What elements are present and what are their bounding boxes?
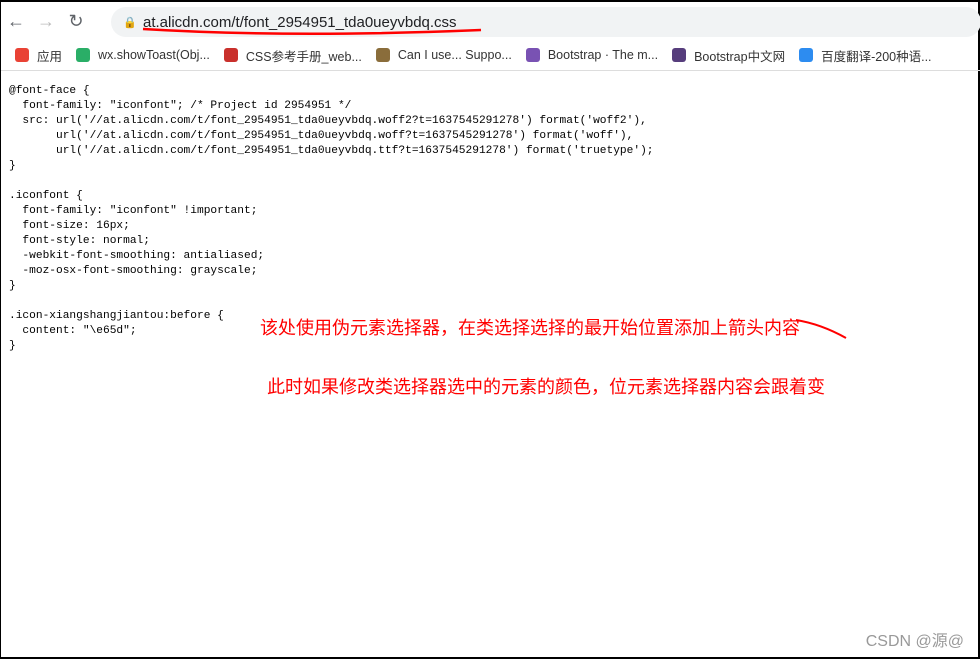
bookmark-item[interactable]: Bootstrap中文网 — [672, 46, 785, 65]
lock-icon: 🔒 — [123, 16, 137, 29]
bookmark-item[interactable]: Can I use... Suppo... — [375, 48, 512, 62]
d-logo-icon — [223, 48, 238, 62]
bookmark-label: 应用 — [37, 49, 63, 64]
caniuse-icon — [375, 48, 390, 62]
strike-annotation — [795, 319, 847, 339]
bookmarks-bar: 应用 wx.showToast(Obj... CSS参考手册_web... Can I… — [1, 40, 980, 71]
wechat-icon — [76, 48, 91, 62]
annotation-note: 该处使用伪元素选择器，在类选择选择的最开始位置添加上箭头内容 — [260, 318, 800, 338]
back-icon[interactable]: ← — [1, 11, 31, 32]
bootstrap-icon — [672, 48, 687, 62]
watermark: CSDN @源@ — [865, 633, 964, 650]
translate-icon — [799, 48, 814, 62]
bookmark-item[interactable]: Bootstrap · The m... — [525, 48, 659, 62]
bookmark-label: Bootstrap中文网 — [694, 49, 786, 64]
bookmark-label: Bootstrap · The m... — [547, 48, 659, 62]
bootstrap-icon — [525, 48, 540, 62]
reload-icon[interactable]: ↻ — [61, 11, 91, 32]
browser-window: ← → ↻ 🔒 at.alicdn.com/t/font_2954951_tda… — [1, 2, 980, 657]
annotation-note: 此时如果修改类选择器选中的元素的颜色，位元素选择器内容会跟着变 — [267, 377, 825, 397]
forward-icon[interactable]: → — [31, 11, 61, 32]
bookmark-item[interactable]: 应用 — [15, 46, 62, 65]
bookmark-item[interactable]: CSS参考手册_web... — [223, 46, 362, 65]
bookmark-label: Can I use... Suppo... — [397, 48, 512, 62]
bookmark-item[interactable]: wx.showToast(Obj... — [76, 48, 210, 62]
bookmark-label: 百度翻译-200种语... — [821, 49, 932, 64]
bookmark-item[interactable]: 百度翻译-200种语... — [799, 46, 932, 65]
red-underline-annotation — [142, 27, 482, 36]
bookmark-label: wx.showToast(Obj... — [98, 48, 210, 62]
apps-grid-icon — [15, 48, 29, 62]
bookmark-label: CSS参考手册_web... — [245, 49, 362, 64]
